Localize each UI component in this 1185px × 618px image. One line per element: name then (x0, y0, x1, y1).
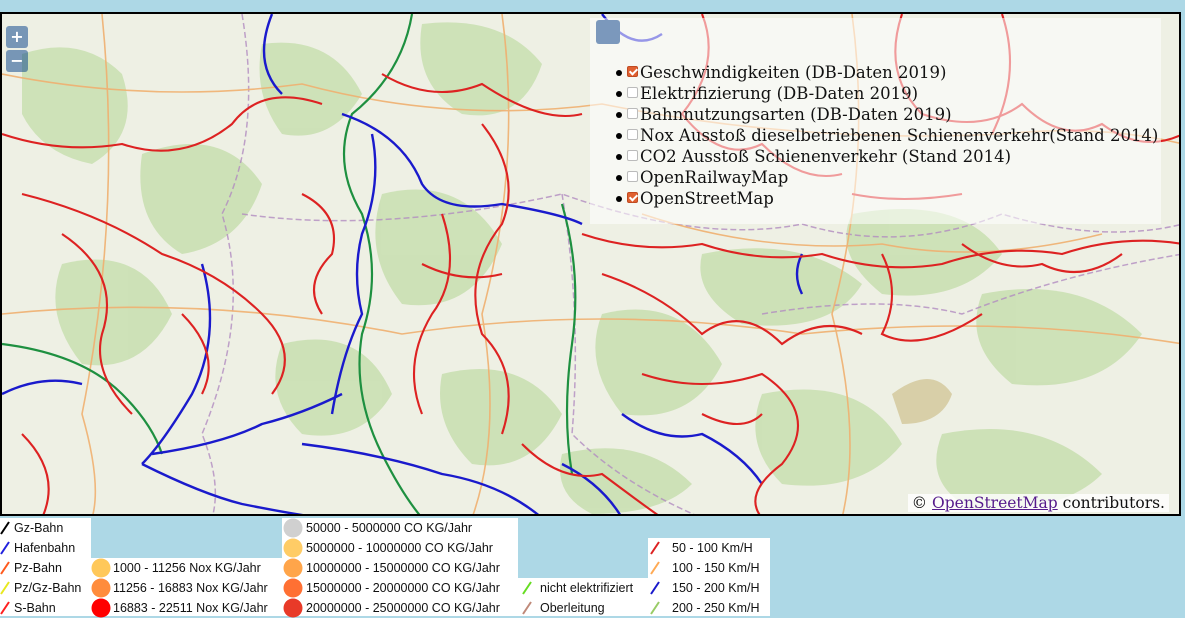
legend-label: 1000 - 11256 Nox KG/Jahr (113, 561, 261, 575)
legend-row: 50000 - 5000000 CO KG/Jahr (282, 518, 518, 538)
legend-row: Gz-Bahn (0, 518, 91, 538)
attribution-prefix: © (911, 494, 928, 512)
layer-item[interactable]: OpenRailwayMap (615, 167, 1158, 188)
legend-row: S-Bahn (0, 598, 91, 618)
legend-label: Pz-Bahn (14, 561, 62, 575)
legend-row: 5000000 - 10000000 CO KG/Jahr (282, 538, 518, 558)
layer-label: Bahnnutzungsarten (DB-Daten 2019) (640, 105, 952, 124)
legend-circle-swatch (91, 578, 111, 598)
layer-checkbox[interactable] (627, 171, 638, 182)
legend-line-swatch (522, 581, 532, 595)
legend-label: 150 - 200 Km/H (672, 581, 760, 595)
legend-electrification: nicht elektrifiziert Oberleitung (518, 578, 648, 616)
legend-speed: 50 - 100 Km/H 100 - 150 Km/H 150 - 200 Km/… (648, 538, 770, 616)
legend-label: S-Bahn (14, 601, 56, 615)
attribution-suffix: contributors. (1062, 494, 1165, 512)
legend-label: 200 - 250 Km/H (672, 601, 760, 615)
layer-item[interactable]: Nox Ausstoß dieselbetriebenen Schienenve… (615, 125, 1159, 146)
legend-line-swatch (522, 601, 532, 615)
layer-label: OpenRailwayMap (640, 168, 789, 187)
legend-circle-swatch (91, 598, 111, 618)
legend-line-swatch (650, 561, 660, 575)
legend-row: 15000000 - 20000000 CO KG/Jahr (282, 578, 518, 598)
legend-circle-swatch (283, 578, 303, 598)
layer-switcher: Geschwindigkeiten (DB-Daten 2019) Elektri… (590, 18, 1161, 224)
layer-label: Elektrifizierung (DB-Daten 2019) (640, 84, 919, 103)
legend-line-swatch (0, 581, 10, 595)
layer-checkbox[interactable] (627, 87, 638, 98)
layer-label: Nox Ausstoß dieselbetriebenen Schienenve… (640, 126, 1159, 145)
layer-item[interactable]: Bahnnutzungsarten (DB-Daten 2019) (615, 104, 1158, 125)
legend-row: 20000000 - 25000000 CO KG/Jahr (282, 598, 518, 618)
layer-item[interactable]: Geschwindigkeiten (DB-Daten 2019) (615, 62, 1158, 83)
legend-row: 16883 - 22511 Nox KG/Jahr (91, 598, 282, 618)
legend-label: 11256 - 16883 Nox KG/Jahr (113, 581, 268, 595)
legend-label: 100 - 150 Km/H (672, 561, 760, 575)
layer-checkbox[interactable] (627, 66, 638, 77)
layer-checkbox[interactable] (627, 129, 638, 140)
layer-checkbox[interactable] (627, 150, 638, 161)
legend-label: 15000000 - 20000000 CO KG/Jahr (306, 581, 500, 595)
layer-item[interactable]: Elektrifizierung (DB-Daten 2019) (615, 83, 1158, 104)
legend-label: 16883 - 22511 Nox KG/Jahr (113, 601, 268, 615)
attribution-link[interactable]: OpenStreetMap (932, 494, 1058, 512)
legend-line-swatch (0, 561, 10, 575)
legend-label: 50 - 100 Km/H (672, 541, 753, 555)
legend-row: Oberleitung (518, 598, 648, 618)
layer-checkbox[interactable] (627, 108, 638, 119)
legend-line-swatch (0, 601, 10, 615)
legend-label: Hafenbahn (14, 541, 76, 555)
zoom-in-button[interactable]: + (6, 26, 28, 48)
legend-line-swatch (0, 541, 10, 555)
layer-label: OpenStreetMap (640, 189, 774, 208)
legend-label: nicht elektrifiziert (540, 581, 634, 595)
legend-row: 11256 - 16883 Nox KG/Jahr (91, 578, 282, 598)
layer-item[interactable]: CO2 Ausstoß Schienenverkehr (Stand 2014) (615, 146, 1158, 167)
legend-label: Pz/Gz-Bahn (14, 581, 82, 595)
legend-line-types: Gz-Bahn Hafenbahn Pz-Bahn Pz/Gz-Bahn S-Bahn (0, 518, 91, 616)
legend-row: 200 - 250 Km/H (648, 598, 770, 618)
legend-row: nicht elektrifiziert (518, 578, 648, 598)
legend-row: 50 - 100 Km/H (648, 538, 770, 558)
legend-nox: 1000 - 11256 Nox KG/Jahr 11256 - 16883 No… (91, 558, 282, 618)
legend-line-swatch (650, 601, 660, 615)
legend-row: Pz-Bahn (0, 558, 91, 578)
layer-item[interactable]: OpenStreetMap (615, 188, 1158, 209)
legend-row: 10000000 - 15000000 CO KG/Jahr (282, 558, 518, 578)
legend-label: 10000000 - 15000000 CO KG/Jahr (306, 561, 500, 575)
legend-row: 150 - 200 Km/H (648, 578, 770, 598)
legend-row: Hafenbahn (0, 538, 91, 558)
legend-row: Pz/Gz-Bahn (0, 578, 91, 598)
legend-circle-swatch (283, 538, 303, 558)
legend-row: 1000 - 11256 Nox KG/Jahr (91, 558, 282, 578)
zoom-out-button[interactable]: − (6, 50, 28, 72)
legend-line-swatch (650, 581, 660, 595)
legend-row: 100 - 150 Km/H (648, 558, 770, 578)
legend-label: 20000000 - 25000000 CO KG/Jahr (306, 601, 500, 615)
legend-line-swatch (0, 521, 10, 535)
legend-circle-swatch (91, 558, 111, 578)
zoom-control: + − (6, 26, 28, 74)
legend-circle-swatch (283, 598, 303, 618)
legend-label: 5000000 - 10000000 CO KG/Jahr (306, 541, 493, 555)
layer-list: Geschwindigkeiten (DB-Daten 2019) Elektri… (615, 62, 1159, 209)
layer-label: Geschwindigkeiten (DB-Daten 2019) (640, 63, 947, 82)
legend-label: Gz-Bahn (14, 521, 64, 535)
legend-label: 50000 - 5000000 CO KG/Jahr (306, 521, 473, 535)
map-attribution: © OpenStreetMap contributors. (907, 494, 1169, 512)
legend-line-swatch (650, 541, 660, 555)
legend-label: Oberleitung (540, 601, 605, 615)
layer-switcher-toggle-button[interactable] (596, 20, 620, 44)
map-viewport[interactable]: + − Geschwindigkeiten (DB-Daten 2019) Ele… (0, 12, 1181, 516)
legend-circle-swatch (283, 518, 303, 538)
legend-co: 50000 - 5000000 CO KG/Jahr 5000000 - 1000… (282, 518, 518, 618)
layer-checkbox[interactable] (627, 192, 638, 203)
legend-circle-swatch (283, 558, 303, 578)
layer-label: CO2 Ausstoß Schienenverkehr (Stand 2014) (640, 147, 1012, 166)
